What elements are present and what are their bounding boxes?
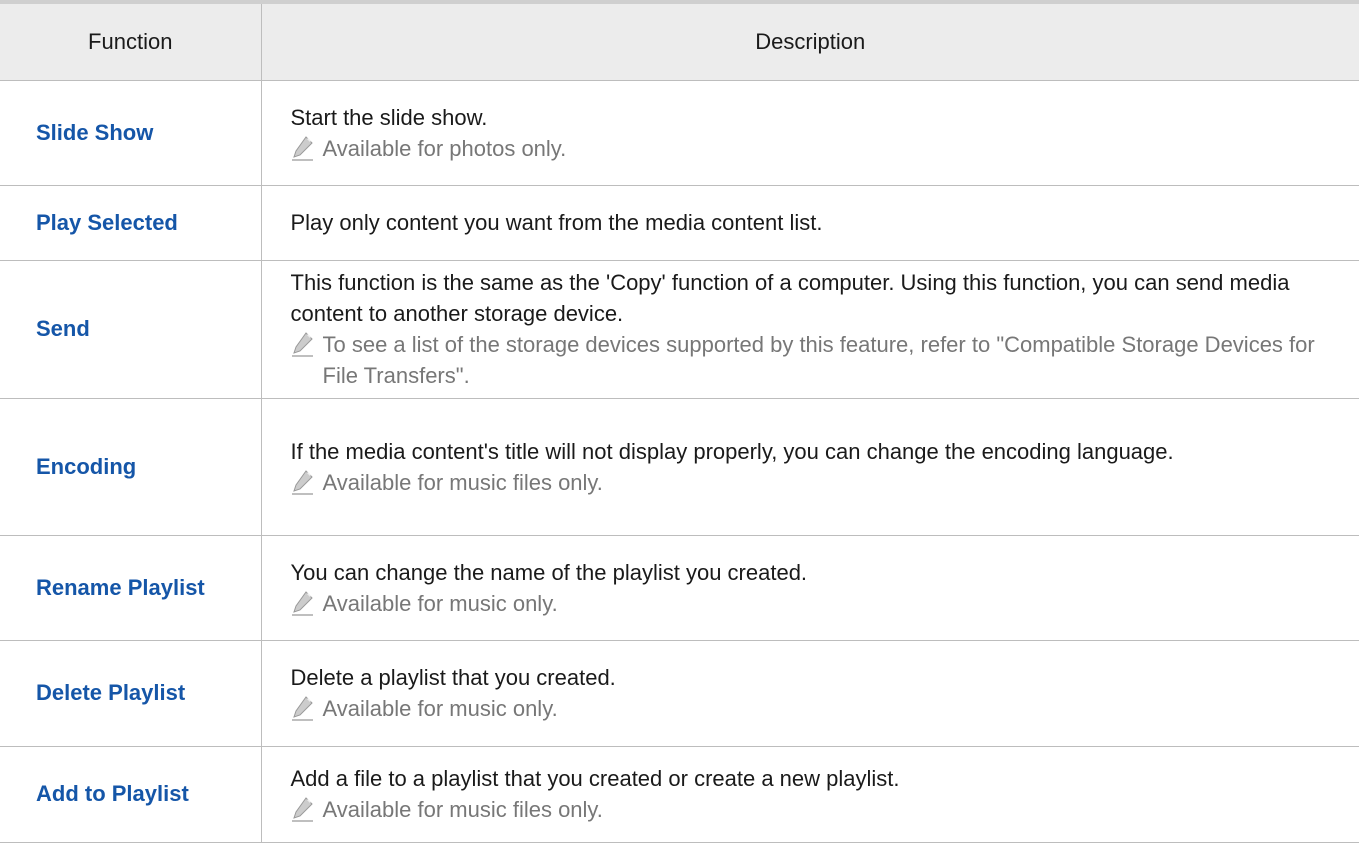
function-name: Rename Playlist xyxy=(0,535,262,641)
pencil-note-icon xyxy=(291,797,313,822)
pencil-note-icon xyxy=(291,696,313,721)
function-name: Send xyxy=(0,260,262,399)
description-text: This function is the same as the 'Copy' … xyxy=(290,270,1290,326)
description-text: Delete a playlist that you created. xyxy=(290,665,616,690)
table-row: Send This function is the same as the 'C… xyxy=(0,260,1359,399)
description-cell: You can change the name of the playlist … xyxy=(261,535,1359,641)
description-cell: Delete a playlist that you created. Avai… xyxy=(261,640,1359,747)
function-name: Delete Playlist xyxy=(0,640,262,747)
note: Available for music only. xyxy=(291,693,1340,724)
pencil-note-icon xyxy=(291,590,313,616)
table-row: Add to Playlist Add a file to a playlist… xyxy=(0,746,1359,843)
pencil-note-icon xyxy=(291,135,313,161)
note-text: Available for music only. xyxy=(322,590,558,616)
table-row: Delete Playlist Delete a playlist that y… xyxy=(0,640,1359,747)
header-description: Description xyxy=(261,0,1359,81)
description-cell: Play only content you want from the medi… xyxy=(261,185,1359,261)
table-row: Rename Playlist You can change the name … xyxy=(0,535,1359,641)
note: To see a list of the storage devices sup… xyxy=(291,329,1340,391)
note: Available for music files only. xyxy=(291,794,1340,825)
note: Available for photos only. xyxy=(291,133,1340,164)
pencil-note-icon xyxy=(291,469,313,495)
table-row: Play Selected Play only content you want… xyxy=(0,185,1359,261)
note: Available for music files only. xyxy=(291,467,1340,498)
function-name: Encoding xyxy=(0,398,262,536)
description-text: Add a file to a playlist that you create… xyxy=(290,766,900,791)
pencil-note-icon xyxy=(291,332,313,357)
table-header-row: Function Description xyxy=(0,0,1359,81)
description-cell: If the media content's title will not di… xyxy=(261,398,1359,536)
function-description-table: Function Description Slide Show Start th… xyxy=(0,0,1359,843)
table-row: Slide Show Start the slide show. Availab… xyxy=(0,80,1359,186)
note-text: To see a list of the storage devices sup… xyxy=(322,332,1315,388)
description-text: Start the slide show. xyxy=(290,104,488,130)
description-text: You can change the name of the playlist … xyxy=(290,559,808,585)
header-function: Function xyxy=(0,0,262,81)
note: Available for music only. xyxy=(291,588,1340,619)
description-cell: Add a file to a playlist that you create… xyxy=(261,746,1359,843)
note-text: Available for music files only. xyxy=(322,469,603,495)
note-text: Available for photos only. xyxy=(322,135,567,161)
function-name: Add to Playlist xyxy=(0,746,262,843)
description-text: If the media content's title will not di… xyxy=(290,438,1174,464)
function-name: Slide Show xyxy=(0,80,262,186)
note-text: Available for music only. xyxy=(322,696,558,721)
description-text: Play only content you want from the medi… xyxy=(290,210,823,235)
note-text: Available for music files only. xyxy=(322,797,603,822)
description-cell: Start the slide show. Available for phot… xyxy=(261,80,1359,186)
function-name: Play Selected xyxy=(0,185,262,261)
table-row: Encoding If the media content's title wi… xyxy=(0,398,1359,536)
description-cell: This function is the same as the 'Copy' … xyxy=(261,260,1359,399)
